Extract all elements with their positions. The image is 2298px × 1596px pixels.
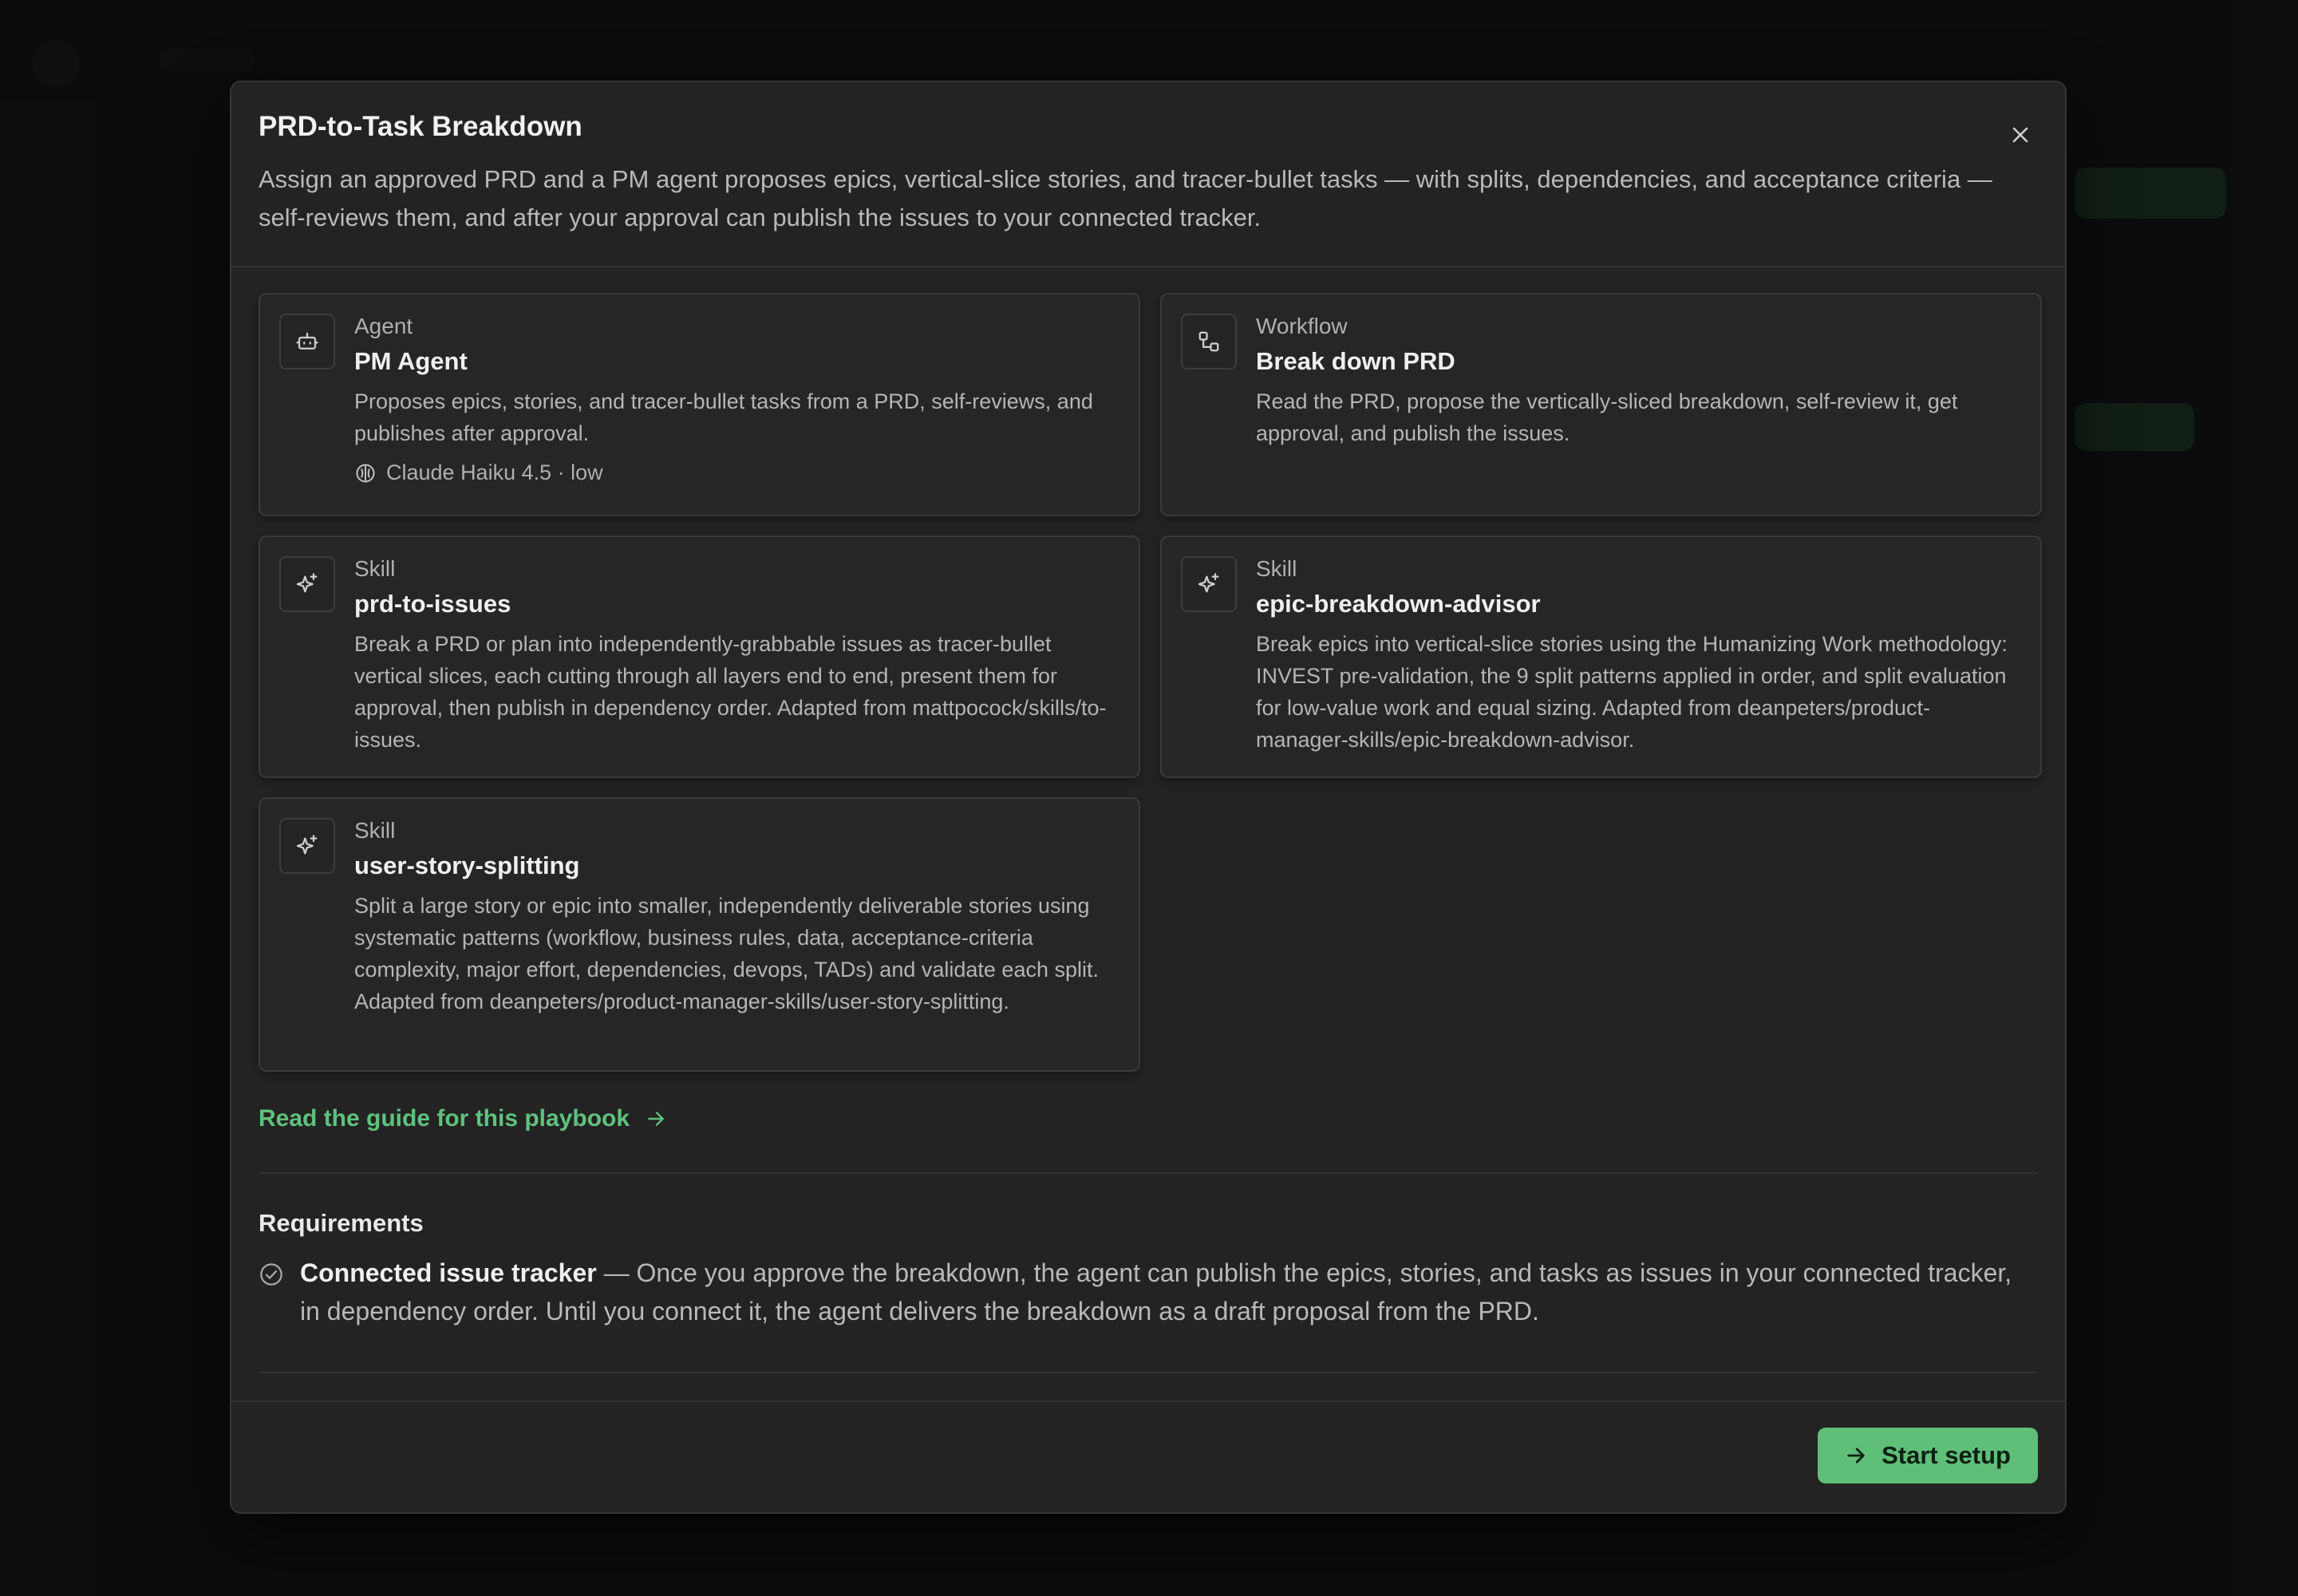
card-skill-user-story-splitting[interactable]: Skill user-story-splitting Split a large…: [259, 797, 1140, 1072]
card-name: prd-to-issues: [354, 590, 511, 618]
modal-footer: Start setup: [231, 1400, 2065, 1512]
modal-title: PRD-to-Task Breakdown: [259, 111, 582, 142]
check-circle-icon: [260, 1263, 282, 1286]
close-button[interactable]: [2003, 117, 2038, 152]
model-info: Claude Haiku 4.5 · low: [354, 460, 603, 485]
card-skill-epic-breakdown-advisor[interactable]: Skill epic-breakdown-advisor Break epics…: [1160, 535, 2042, 778]
robot-icon: [296, 332, 318, 350]
card-kind: Agent: [354, 314, 413, 338]
modal-description: Assign an approved PRD and a PM agent pr…: [259, 165, 1992, 231]
close-icon: [2012, 127, 2028, 143]
model-label: Claude Haiku 4.5 · low: [386, 460, 603, 484]
arrow-right-icon: [1847, 1448, 1865, 1464]
modal-header: PRD-to-Task Breakdown Assign an approved…: [231, 82, 2065, 267]
guide-link-label: Read the guide for this playbook: [259, 1105, 630, 1132]
requirement-name: Connected issue tracker: [300, 1258, 597, 1287]
arrow-right-icon: [648, 1112, 664, 1126]
card-description: Proposes epics, stories, and tracer-bull…: [354, 389, 1093, 445]
card-name: PM Agent: [354, 347, 468, 375]
card-kind: Skill: [354, 818, 396, 843]
section-divider: [259, 1172, 2038, 1174]
card-description: Break epics into vertical-slice stories …: [1256, 632, 2008, 752]
card-agent[interactable]: Agent PM Agent Proposes epics, stories, …: [259, 293, 1140, 516]
card-description: Break a PRD or plan into independently-g…: [354, 632, 1107, 752]
card-name: user-story-splitting: [354, 851, 580, 879]
card-skill-prd-to-issues[interactable]: Skill prd-to-issues Break a PRD or plan …: [259, 535, 1140, 778]
card-kind: Skill: [1256, 556, 1297, 581]
sparkle-icon: [296, 573, 318, 593]
section-divider: [259, 1372, 2038, 1373]
start-setup-label: Start setup: [1881, 1441, 2011, 1469]
requirements-title: Requirements: [259, 1209, 424, 1237]
brain-icon: [356, 463, 375, 483]
playbook-modal: PRD-to-Task Breakdown Assign an approved…: [230, 81, 2067, 1514]
start-setup-button[interactable]: Start setup: [1818, 1428, 2038, 1483]
card-description: Split a large story or epic into smaller…: [354, 894, 1099, 1013]
sparkle-icon: [296, 835, 318, 855]
workflow-icon: [1198, 331, 1219, 352]
card-kind: Workflow: [1256, 314, 1348, 338]
card-name: Break down PRD: [1256, 347, 1455, 375]
sparkle-icon: [1198, 573, 1219, 593]
card-kind: Skill: [354, 556, 396, 581]
guide-link[interactable]: Read the guide for this playbook: [259, 1105, 666, 1132]
card-description: Read the PRD, propose the vertically-sli…: [1256, 389, 1958, 445]
card-workflow[interactable]: Workflow Break down PRD Read the PRD, pr…: [1160, 293, 2042, 516]
card-name: epic-breakdown-advisor: [1256, 590, 1541, 618]
